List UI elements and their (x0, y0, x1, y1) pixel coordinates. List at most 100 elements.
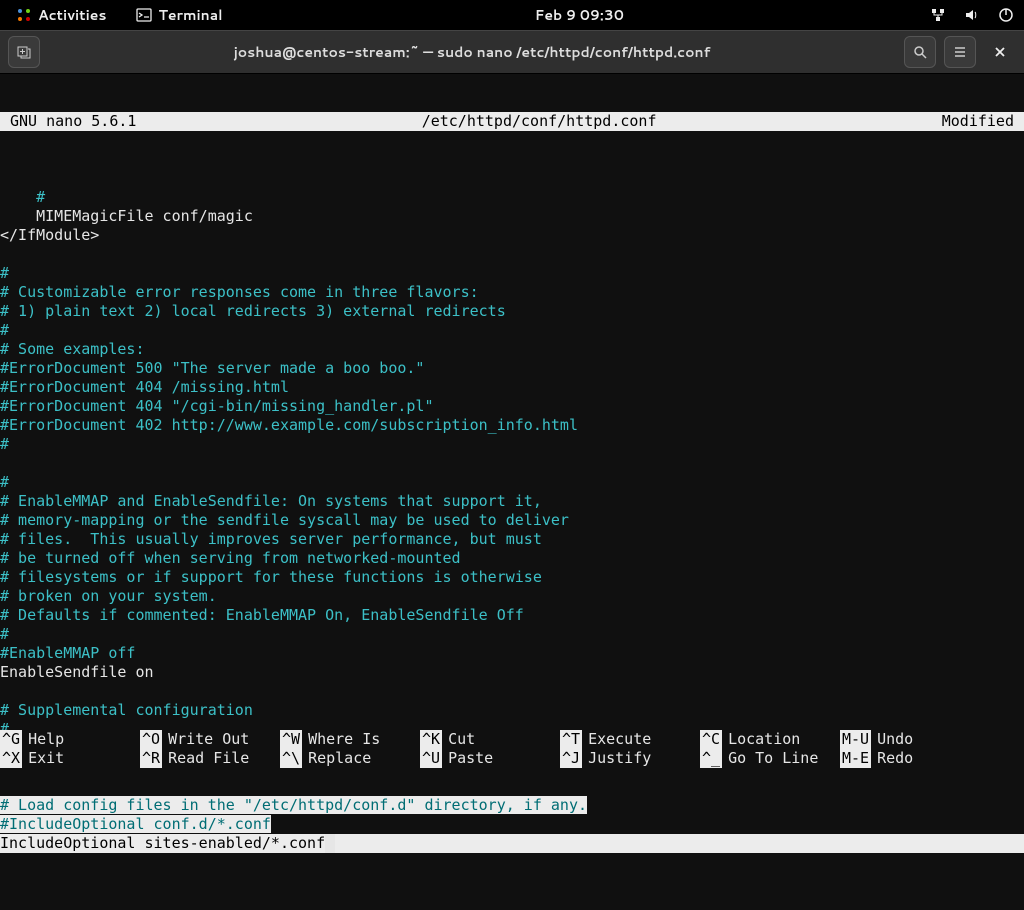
editor-line: #ErrorDocument 402 http://www.example.co… (0, 416, 1024, 435)
shortcut-exit: ^X Exit (0, 749, 140, 768)
shortcut-key: M-E (840, 749, 871, 768)
editor-line: # EnableMMAP and EnableSendfile: On syst… (0, 492, 1024, 511)
shortcut-location: ^C Location (700, 730, 840, 749)
editor-content[interactable]: # MIMEMagicFile conf/magic</IfModule> ##… (0, 188, 1024, 739)
shortcut-key: ^W (280, 730, 302, 749)
new-tab-button[interactable] (8, 36, 40, 68)
selection-block[interactable]: # Load config files in the "/etc/httpd/c… (0, 796, 1024, 853)
shortcut-label: Cut (448, 730, 475, 749)
hamburger-button[interactable] (944, 36, 976, 68)
shortcut-key: ^J (560, 749, 582, 768)
nano-app-name: GNU nano 5.6.1 (10, 112, 136, 131)
editor-line (0, 682, 1024, 701)
editor-line: #ErrorDocument 404 "/cgi-bin/missing_han… (0, 397, 1024, 416)
clock[interactable]: Feb 9 09:30 (529, 5, 630, 25)
shortcut-execute: ^T Execute (560, 730, 700, 749)
editor-line: </IfModule> (0, 226, 1024, 245)
power-icon[interactable] (998, 7, 1014, 23)
search-button[interactable] (904, 36, 936, 68)
window-title: joshua@centos-stream:~ — sudo nano /etc/… (40, 42, 904, 62)
editor-line: # filesystems or if support for these fu… (0, 568, 1024, 587)
shortcut-label: Exit (28, 749, 64, 768)
shortcut-label: Write Out (168, 730, 249, 749)
editor-line: # memory-mapping or the sendfile syscall… (0, 511, 1024, 530)
shortcut-where-is: ^W Where Is (280, 730, 420, 749)
editor-line: MIMEMagicFile conf/magic (0, 207, 1024, 226)
search-icon (912, 44, 928, 60)
shortcut-label: Go To Line (728, 749, 818, 768)
shortcut-write-out: ^O Write Out (140, 730, 280, 749)
editor-line: # (0, 264, 1024, 283)
editor-line: # (0, 188, 1024, 207)
terminal-viewport[interactable]: GNU nano 5.6.1 /etc/httpd/conf/httpd.con… (0, 74, 1024, 768)
shortcut-key: ^C (700, 730, 722, 749)
editor-line (0, 454, 1024, 473)
shortcut-justify: ^J Justify (560, 749, 700, 768)
editor-line: # (0, 625, 1024, 644)
shortcut-key: ^G (0, 730, 22, 749)
terminal-titlebar: joshua@centos-stream:~ — sudo nano /etc/… (0, 30, 1024, 74)
editor-line: EnableSendfile on (0, 663, 1024, 682)
shortcut-label: Help (28, 730, 64, 749)
shortcut-go-to-line: ^_ Go To Line (700, 749, 840, 768)
shortcut-help: ^G Help (0, 730, 140, 749)
new-tab-icon (16, 44, 32, 60)
editor-line: # Customizable error responses come in t… (0, 283, 1024, 302)
clock-label: Feb 9 09:30 (535, 5, 624, 25)
editor-line: # broken on your system. (0, 587, 1024, 606)
close-button[interactable] (984, 36, 1016, 68)
shortcut-key: ^_ (700, 749, 722, 768)
editor-line (0, 245, 1024, 264)
shortcut-label: Read File (168, 749, 249, 768)
gnome-topbar: Activities Terminal Feb 9 09:30 (0, 0, 1024, 30)
shortcut-label: Redo (877, 749, 913, 768)
editor-line: #EnableMMAP off (0, 644, 1024, 663)
activities-icon (16, 7, 32, 23)
active-app-label: Terminal (158, 5, 222, 25)
text-cursor (325, 834, 335, 853)
editor-line: # (0, 473, 1024, 492)
hamburger-icon (952, 44, 968, 60)
activities-label: Activities (38, 5, 106, 25)
shortcut-key: M-U (840, 730, 871, 749)
editor-line: #ErrorDocument 404 /missing.html (0, 378, 1024, 397)
editor-line: # be turned off when serving from networ… (0, 549, 1024, 568)
activities-button[interactable]: Activities (10, 5, 112, 25)
shortcut-paste: ^U Paste (420, 749, 560, 768)
editor-line: # Load config files in the "/etc/httpd/c… (0, 796, 1024, 815)
editor-line: #ErrorDocument 500 "The server made a bo… (0, 359, 1024, 378)
shortcut-key: ^X (0, 749, 22, 768)
volume-icon[interactable] (964, 7, 980, 23)
editor-line: # (0, 435, 1024, 454)
nano-shortcut-bar: ^G Help ^O Write Out ^W Where Is ^K Cut ^T Execut… (0, 730, 1024, 768)
nano-header: GNU nano 5.6.1 /etc/httpd/conf/httpd.con… (0, 112, 1024, 131)
shortcut-label: Undo (877, 730, 913, 749)
shortcut-label: Paste (448, 749, 493, 768)
shortcut-key: ^\ (280, 749, 302, 768)
shortcut-label: Location (728, 730, 800, 749)
editor-line: #IncludeOptional conf.d/*.conf (0, 815, 1024, 834)
active-app-button[interactable]: Terminal (130, 5, 228, 25)
editor-line: # Defaults if commented: EnableMMAP On, … (0, 606, 1024, 625)
shortcut-label: Justify (588, 749, 651, 768)
close-icon (992, 44, 1008, 60)
editor-line: # Supplemental configuration (0, 701, 1024, 720)
shortcut-key: ^K (420, 730, 442, 749)
shortcut-read-file: ^R Read File (140, 749, 280, 768)
editor-line: IncludeOptional sites-enabled/*.conf (0, 834, 1024, 853)
shortcut-label: Replace (308, 749, 371, 768)
shortcut-key: ^U (420, 749, 442, 768)
shortcut-key: ^R (140, 749, 162, 768)
editor-line: # files. This usually improves server pe… (0, 530, 1024, 549)
editor-line: # (0, 321, 1024, 340)
editor-line: # 1) plain text 2) local redirects 3) ex… (0, 302, 1024, 321)
shortcut-label: Execute (588, 730, 651, 749)
editor-line: # Some examples: (0, 340, 1024, 359)
shortcut-key: ^O (140, 730, 162, 749)
nano-status: Modified (942, 112, 1014, 131)
terminal-icon (136, 7, 152, 23)
network-icon[interactable] (930, 7, 946, 23)
shortcut-label: Where Is (308, 730, 380, 749)
nano-filename: /etc/httpd/conf/httpd.conf (136, 112, 941, 131)
shortcut-key: ^T (560, 730, 582, 749)
